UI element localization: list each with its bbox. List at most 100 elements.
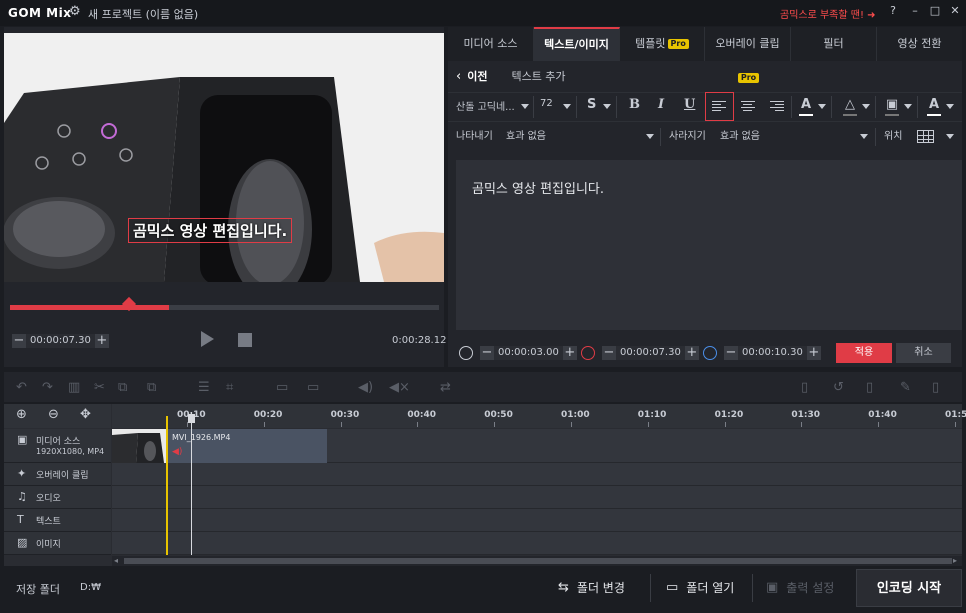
volume-icon[interactable]: ◀)	[358, 380, 373, 395]
playhead[interactable]	[191, 412, 192, 555]
add-file-icon[interactable]: ▯	[801, 380, 808, 395]
stop-icon[interactable]	[238, 333, 252, 347]
detach-audio-icon[interactable]: ⇄	[440, 380, 451, 395]
maximize-button[interactable]: □	[926, 4, 944, 20]
encode-start-button[interactable]: 인코딩 시작	[856, 569, 962, 607]
align-right-icon[interactable]	[770, 101, 784, 113]
time-minus-button[interactable]: −	[724, 346, 738, 360]
timeline-ruler[interactable]	[112, 404, 962, 428]
underline-button[interactable]: U	[684, 97, 695, 112]
help-button[interactable]: ?	[884, 4, 902, 20]
output-settings-button[interactable]: ▣ 출력 설정	[766, 571, 834, 605]
font-size-select[interactable]: 72	[540, 98, 553, 109]
rotate-icon[interactable]: ↺	[833, 380, 844, 395]
time-plus-button[interactable]: +	[806, 346, 821, 360]
tab-media-source[interactable]: 미디어 소스	[448, 27, 534, 61]
tab-filter[interactable]: 필터	[791, 27, 877, 61]
overlay-caption[interactable]: 곰믹스 영상 편집입니다.	[128, 218, 293, 243]
crop-icon[interactable]: ⌗	[226, 380, 233, 395]
disappear-effect-select[interactable]: 효과 없음	[720, 128, 760, 146]
track-row[interactable]	[112, 463, 962, 486]
background-color-icon[interactable]: ▣	[884, 97, 900, 112]
track-row[interactable]	[112, 509, 962, 532]
export-icon[interactable]: ▯	[932, 380, 939, 395]
cancel-button[interactable]: 취소	[896, 343, 951, 363]
time-minus-button[interactable]: −	[602, 346, 616, 360]
track-row[interactable]	[112, 532, 962, 555]
scroll-left-icon[interactable]: ◂	[114, 556, 118, 565]
chevron-down-icon[interactable]	[818, 104, 826, 109]
mute-icon[interactable]: ◀×	[389, 380, 410, 395]
cut-icon[interactable]: ✂	[94, 380, 105, 395]
promo-link[interactable]: 곰믹스로 부족할 땐! ➜	[780, 6, 876, 21]
font-select[interactable]: 산돌 고딕네...	[456, 98, 515, 113]
track-header[interactable]: ▨ 이미지	[4, 532, 111, 555]
tab-transition[interactable]: 영상 전환	[877, 27, 962, 61]
change-folder-button[interactable]: ⇆ 폴더 변경	[558, 571, 625, 605]
end-time-value[interactable]: 00:00:10.30	[738, 346, 807, 360]
split-icon[interactable]: ⧉	[118, 380, 127, 395]
chevron-down-icon[interactable]	[860, 134, 868, 139]
redo-icon[interactable]: ↷	[42, 380, 53, 395]
duration-time-value[interactable]: 00:00:03.00	[494, 346, 563, 360]
chevron-down-icon[interactable]	[646, 134, 654, 139]
fit-icon[interactable]: ✥	[80, 407, 91, 422]
bold-button[interactable]: B	[629, 97, 640, 112]
time-plus-button[interactable]: +	[562, 346, 577, 360]
text-content-value[interactable]: 곰믹스 영상 편집입니다.	[472, 178, 604, 197]
gear-icon[interactable]: ⚙	[69, 4, 83, 19]
chevron-down-icon[interactable]	[946, 134, 954, 139]
playhead-handle[interactable]	[188, 414, 195, 423]
align-center-icon[interactable]	[741, 101, 755, 113]
copy-icon[interactable]: ⧉	[147, 380, 156, 395]
chevron-down-icon[interactable]	[603, 104, 611, 109]
apply-button[interactable]: 적용	[836, 343, 892, 363]
style-select[interactable]: S	[587, 97, 596, 112]
appear-effect-select[interactable]: 효과 없음	[506, 128, 546, 146]
position-grid-icon[interactable]	[917, 130, 934, 143]
close-button[interactable]: ✕	[946, 4, 964, 20]
ruler-tick-label: 01:40	[868, 410, 897, 420]
tab-overlay-clip[interactable]: 오버레이 클립 Pro	[705, 27, 791, 83]
chevron-down-icon[interactable]	[563, 104, 571, 109]
chevron-left-icon[interactable]: ‹	[456, 69, 461, 84]
open-folder-button[interactable]: ▭ 폴더 열기	[666, 571, 734, 605]
edit-icon[interactable]: ✎	[900, 380, 911, 395]
video-prev-icon[interactable]: ▭	[276, 380, 288, 395]
time-plus-button[interactable]: +	[94, 334, 109, 348]
tab-template[interactable]: 템플릿 Pro	[620, 27, 705, 61]
tab-text-image[interactable]: 텍스트/이미지	[534, 27, 620, 61]
zoom-out-icon[interactable]: ⊖	[48, 407, 59, 422]
time-minus-button[interactable]: −	[480, 346, 494, 360]
chevron-down-icon[interactable]	[521, 104, 529, 109]
track-header[interactable]: ♫ 오디오	[4, 486, 111, 509]
play-icon[interactable]	[201, 331, 214, 347]
adjust-icon[interactable]: ☰	[198, 380, 210, 395]
font-color-icon[interactable]: A	[798, 97, 814, 112]
trash-icon[interactable]: ▥	[68, 380, 80, 395]
time-plus-button[interactable]: +	[684, 346, 699, 360]
outline-color-icon[interactable]: △	[842, 97, 858, 112]
start-time-value[interactable]: 00:00:07.30	[616, 346, 685, 360]
current-time-value[interactable]: 00:00:07.30	[26, 334, 95, 348]
preview-video[interactable]	[4, 33, 444, 282]
undo-icon[interactable]: ↶	[16, 380, 27, 395]
chevron-down-icon[interactable]	[904, 104, 912, 109]
chevron-down-icon[interactable]	[946, 104, 954, 109]
track-row[interactable]	[112, 486, 962, 509]
shadow-color-icon[interactable]: A	[926, 97, 942, 112]
in-marker[interactable]	[166, 416, 168, 555]
upload-icon[interactable]: ▯	[866, 380, 873, 395]
track-header[interactable]: ✦ 오버레이 클립	[4, 463, 111, 486]
minimize-button[interactable]: –	[906, 4, 924, 20]
scrollbar-thumb[interactable]	[124, 558, 952, 564]
track-header[interactable]: ▣ 미디어 소스 1920X1080, MP4	[4, 429, 111, 463]
time-minus-button[interactable]: −	[12, 334, 26, 348]
back-button[interactable]: 이전	[467, 68, 487, 84]
track-header[interactable]: T 텍스트	[4, 509, 111, 532]
italic-button[interactable]: I	[658, 97, 664, 112]
scroll-right-icon[interactable]: ▸	[953, 556, 957, 565]
video-next-icon[interactable]: ▭	[307, 380, 319, 395]
zoom-in-icon[interactable]: ⊕	[16, 407, 27, 422]
chevron-down-icon[interactable]	[862, 104, 870, 109]
